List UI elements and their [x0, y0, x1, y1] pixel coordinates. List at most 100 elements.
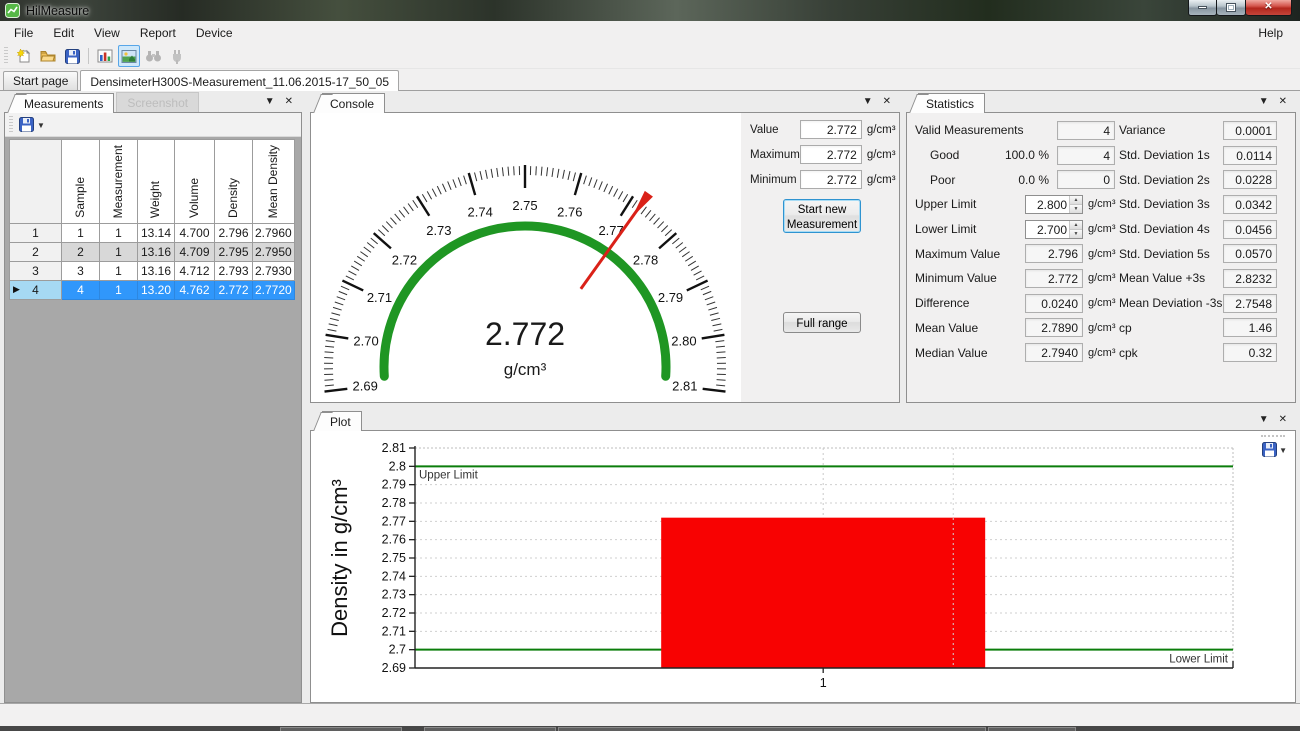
row-header[interactable]: 1	[10, 224, 62, 243]
console-field-row: Value2.772g/cm³	[741, 117, 900, 142]
cell-volume[interactable]: 4.712	[175, 262, 215, 281]
column-header-volume[interactable]: Volume	[175, 140, 215, 224]
column-header-sample[interactable]: Sample	[62, 140, 100, 224]
restore-button[interactable]	[1217, 0, 1246, 16]
close-button[interactable]: ✕	[1246, 0, 1292, 16]
statistics-tabstrip: Statistics ▼ ✕	[906, 90, 1296, 112]
cell-volume[interactable]: 4.709	[175, 243, 215, 262]
cell-sample[interactable]: 3	[62, 262, 100, 281]
tab-console[interactable]: Console	[322, 93, 385, 113]
cell-measurement[interactable]: 1	[100, 262, 138, 281]
cell-density[interactable]: 2.795	[215, 243, 253, 262]
toolbar-grip[interactable]	[4, 47, 8, 65]
open-file-button[interactable]	[37, 45, 59, 67]
save-measurements-icon[interactable]	[19, 117, 34, 132]
cell-weight[interactable]: 13.16	[138, 243, 175, 262]
cell-measurement[interactable]: 1	[100, 243, 138, 262]
cell-sample[interactable]: 4	[62, 281, 100, 300]
limit-spinbox[interactable]: 2.800▲▼	[1025, 195, 1083, 214]
cell-density[interactable]: 2.772	[215, 281, 253, 300]
spin-up-icon[interactable]: ▲	[1070, 196, 1082, 204]
menu-item-view[interactable]: View	[84, 22, 130, 44]
table-row[interactable]: ▶44113.204.7622.7722.7720	[10, 281, 295, 300]
column-header-mean-density[interactable]: Mean Density	[253, 140, 295, 224]
chart-report-button[interactable]	[94, 45, 116, 67]
menu-item-help[interactable]: Help	[1245, 22, 1296, 44]
table-row[interactable]: 22113.164.7092.7952.7950	[10, 243, 295, 262]
menu-item-device[interactable]: Device	[186, 22, 243, 44]
save-button[interactable]	[61, 45, 83, 67]
save-dropdown-caret-icon[interactable]: ▼	[37, 119, 45, 130]
doc-tab-1[interactable]: DensimeterH300S-Measurement_11.06.2015-1…	[80, 70, 399, 91]
minimize-button[interactable]	[1188, 0, 1217, 16]
cell-mean-density[interactable]: 2.7720	[253, 281, 295, 300]
menu-item-edit[interactable]: Edit	[43, 22, 84, 44]
field-unit: g/cm³	[862, 149, 900, 161]
measurements-panel: Measurements Screenshot ▼ ✕ ▼ SampleMeas…	[4, 90, 302, 703]
spin-down-icon[interactable]: ▼	[1070, 229, 1082, 238]
cell-volume[interactable]: 4.762	[175, 281, 215, 300]
statistic-value-box: 2.796	[1025, 244, 1083, 263]
cell-mean-density[interactable]: 2.7960	[253, 224, 295, 243]
panel-menu-icon[interactable]: ▼	[863, 97, 873, 107]
cell-volume[interactable]: 4.700	[175, 224, 215, 243]
cell-mean-density[interactable]: 2.7930	[253, 262, 295, 281]
cell-sample[interactable]: 2	[62, 243, 100, 262]
cell-measurement[interactable]: 1	[100, 224, 138, 243]
menu-item-file[interactable]: File	[4, 22, 43, 44]
panel-menu-icon[interactable]: ▼	[1259, 97, 1269, 107]
column-header-weight[interactable]: Weight	[138, 140, 175, 224]
panel-close-icon[interactable]: ✕	[285, 97, 293, 107]
statistic-row: cp1.46	[1119, 316, 1277, 341]
statistic-unit: g/cm³	[1083, 322, 1115, 334]
tab-measurements[interactable]: Measurements	[16, 93, 114, 113]
row-header[interactable]: 2	[10, 243, 62, 262]
tab-statistics[interactable]: Statistics	[918, 93, 985, 113]
table-row[interactable]: 33113.164.7122.7932.7930	[10, 262, 295, 281]
new-document-button[interactable]	[13, 45, 35, 67]
statistic-unit: g/cm³	[1083, 297, 1115, 309]
field-value-box: 2.772	[800, 170, 862, 189]
cell-density[interactable]: 2.793	[215, 262, 253, 281]
statistic-row: Variance0.0001	[1119, 118, 1277, 143]
column-header-measurement[interactable]: Measurement	[100, 140, 138, 224]
save-plot-control[interactable]: ▼	[1262, 442, 1287, 457]
measurements-tabstrip: Measurements Screenshot ▼ ✕	[4, 90, 302, 112]
statistic-row: Poor0.0 %0	[915, 167, 1115, 192]
image-icon	[121, 49, 137, 64]
cell-mean-density[interactable]: 2.7950	[253, 243, 295, 262]
start-new-measurement-button[interactable]: Start new Measurement	[783, 199, 861, 233]
row-header[interactable]: ▶4	[10, 281, 62, 300]
cell-weight[interactable]: 13.20	[138, 281, 175, 300]
y-tick-label: 2.7	[389, 643, 406, 657]
cell-density[interactable]: 2.796	[215, 224, 253, 243]
doc-tab-0[interactable]: Start page	[3, 71, 78, 90]
spin-down-icon[interactable]: ▼	[1070, 204, 1082, 213]
y-tick-label: 2.69	[382, 661, 406, 675]
gauge-tick-label: 2.69	[353, 379, 378, 394]
cell-sample[interactable]: 1	[62, 224, 100, 243]
full-range-button[interactable]: Full range	[783, 312, 861, 333]
statistic-value-box: 2.7890	[1025, 318, 1083, 337]
table-row[interactable]: 11113.144.7002.7962.7960	[10, 224, 295, 243]
statistic-row: cpk0.32	[1119, 340, 1277, 365]
panel-menu-icon[interactable]: ▼	[265, 97, 275, 107]
screenshot-button[interactable]	[118, 45, 140, 67]
toolbar-grip[interactable]	[9, 116, 13, 134]
panel-close-icon[interactable]: ✕	[883, 97, 891, 107]
cell-measurement[interactable]: 1	[100, 281, 138, 300]
current-row-arrow-icon: ▶	[13, 284, 20, 295]
panel-close-icon[interactable]: ✕	[1279, 415, 1287, 425]
tab-plot[interactable]: Plot	[322, 411, 362, 431]
limit-spinbox[interactable]: 2.700▲▼	[1025, 220, 1083, 239]
menu-item-report[interactable]: Report	[130, 22, 186, 44]
statistic-row: Upper Limit2.800▲▼g/cm³	[915, 192, 1115, 217]
spin-up-icon[interactable]: ▲	[1070, 221, 1082, 229]
gauge-value: 2.772	[485, 316, 565, 352]
cell-weight[interactable]: 13.14	[138, 224, 175, 243]
column-header-density[interactable]: Density	[215, 140, 253, 224]
panel-menu-icon[interactable]: ▼	[1259, 415, 1269, 425]
cell-weight[interactable]: 13.16	[138, 262, 175, 281]
panel-close-icon[interactable]: ✕	[1279, 97, 1287, 107]
row-header[interactable]: 3	[10, 262, 62, 281]
